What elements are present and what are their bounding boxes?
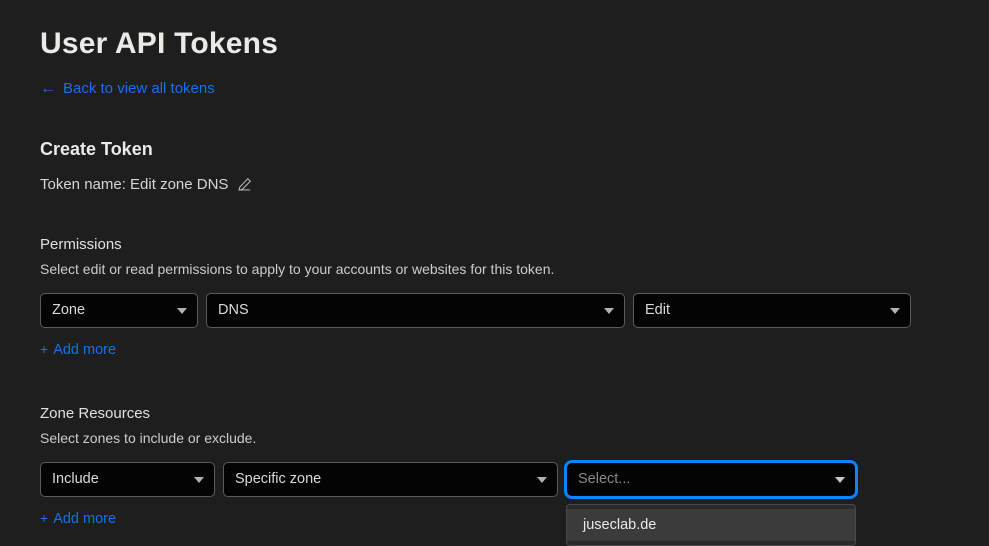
permission-scope-select[interactable]: Zone <box>40 292 198 328</box>
zone-resources-add-more-label: Add more <box>53 510 117 527</box>
token-name-row: Token name: Edit zone DNS <box>40 176 949 193</box>
zone-scope-select[interactable]: Specific zone <box>223 461 558 497</box>
permission-level-select[interactable]: Edit <box>633 292 911 328</box>
chevron-down-icon <box>194 477 204 483</box>
permissions-heading: Permissions <box>40 235 122 253</box>
zone-resources-section: Zone Resources Select zones to include o… <box>40 404 949 546</box>
permissions-field-row: Zone DNS Edit <box>40 292 949 328</box>
zone-resources-field-row: Include Specific zone Select... juseclab… <box>40 461 949 546</box>
permission-level-value: Edit <box>645 302 670 318</box>
zone-select-placeholder: Select... <box>578 471 631 487</box>
pencil-icon[interactable] <box>237 177 252 192</box>
zone-option-item[interactable]: juseclab.de <box>567 508 855 541</box>
chevron-down-icon <box>835 477 845 483</box>
permission-resource-select[interactable]: DNS <box>206 292 625 328</box>
zone-resources-heading: Zone Resources <box>40 404 151 422</box>
chevron-down-icon <box>177 308 187 314</box>
permissions-section: Permissions Select edit or read permissi… <box>40 236 949 359</box>
permission-scope-value: Zone <box>52 302 86 318</box>
page-title: User API Tokens <box>40 27 279 60</box>
user-api-tokens-page: User API Tokens ← Back to view all token… <box>0 0 989 546</box>
zone-inclusion-value: Include <box>52 471 99 487</box>
zone-select[interactable]: Select... <box>566 461 856 497</box>
zone-inclusion-select[interactable]: Include <box>40 461 215 497</box>
permissions-add-more-link[interactable]: + Add more <box>40 341 116 358</box>
chevron-down-icon <box>604 308 614 314</box>
plus-icon: + <box>40 509 49 526</box>
zone-resources-description: Select zones to include or exclude. <box>40 429 257 446</box>
create-token-heading: Create Token <box>40 138 153 159</box>
back-to-all-tokens-link[interactable]: ← Back to view all tokens <box>40 80 215 97</box>
zone-select-wrapper: Select... juseclab.de <box>566 461 856 546</box>
permission-resource-value: DNS <box>218 302 249 318</box>
token-name-label: Token name: Edit zone DNS <box>40 175 229 193</box>
chevron-down-icon <box>537 477 547 483</box>
back-link-label: Back to view all tokens <box>63 80 215 97</box>
arrow-left-icon: ← <box>40 79 56 97</box>
zone-resources-add-more-link[interactable]: + Add more <box>40 510 116 527</box>
chevron-down-icon <box>890 308 900 314</box>
permissions-add-more-label: Add more <box>53 341 117 358</box>
plus-icon: + <box>40 340 49 357</box>
permissions-description: Select edit or read permissions to apply… <box>40 260 555 277</box>
page-content: User API Tokens ← Back to view all token… <box>0 0 989 546</box>
zone-scope-value: Specific zone <box>235 471 322 487</box>
